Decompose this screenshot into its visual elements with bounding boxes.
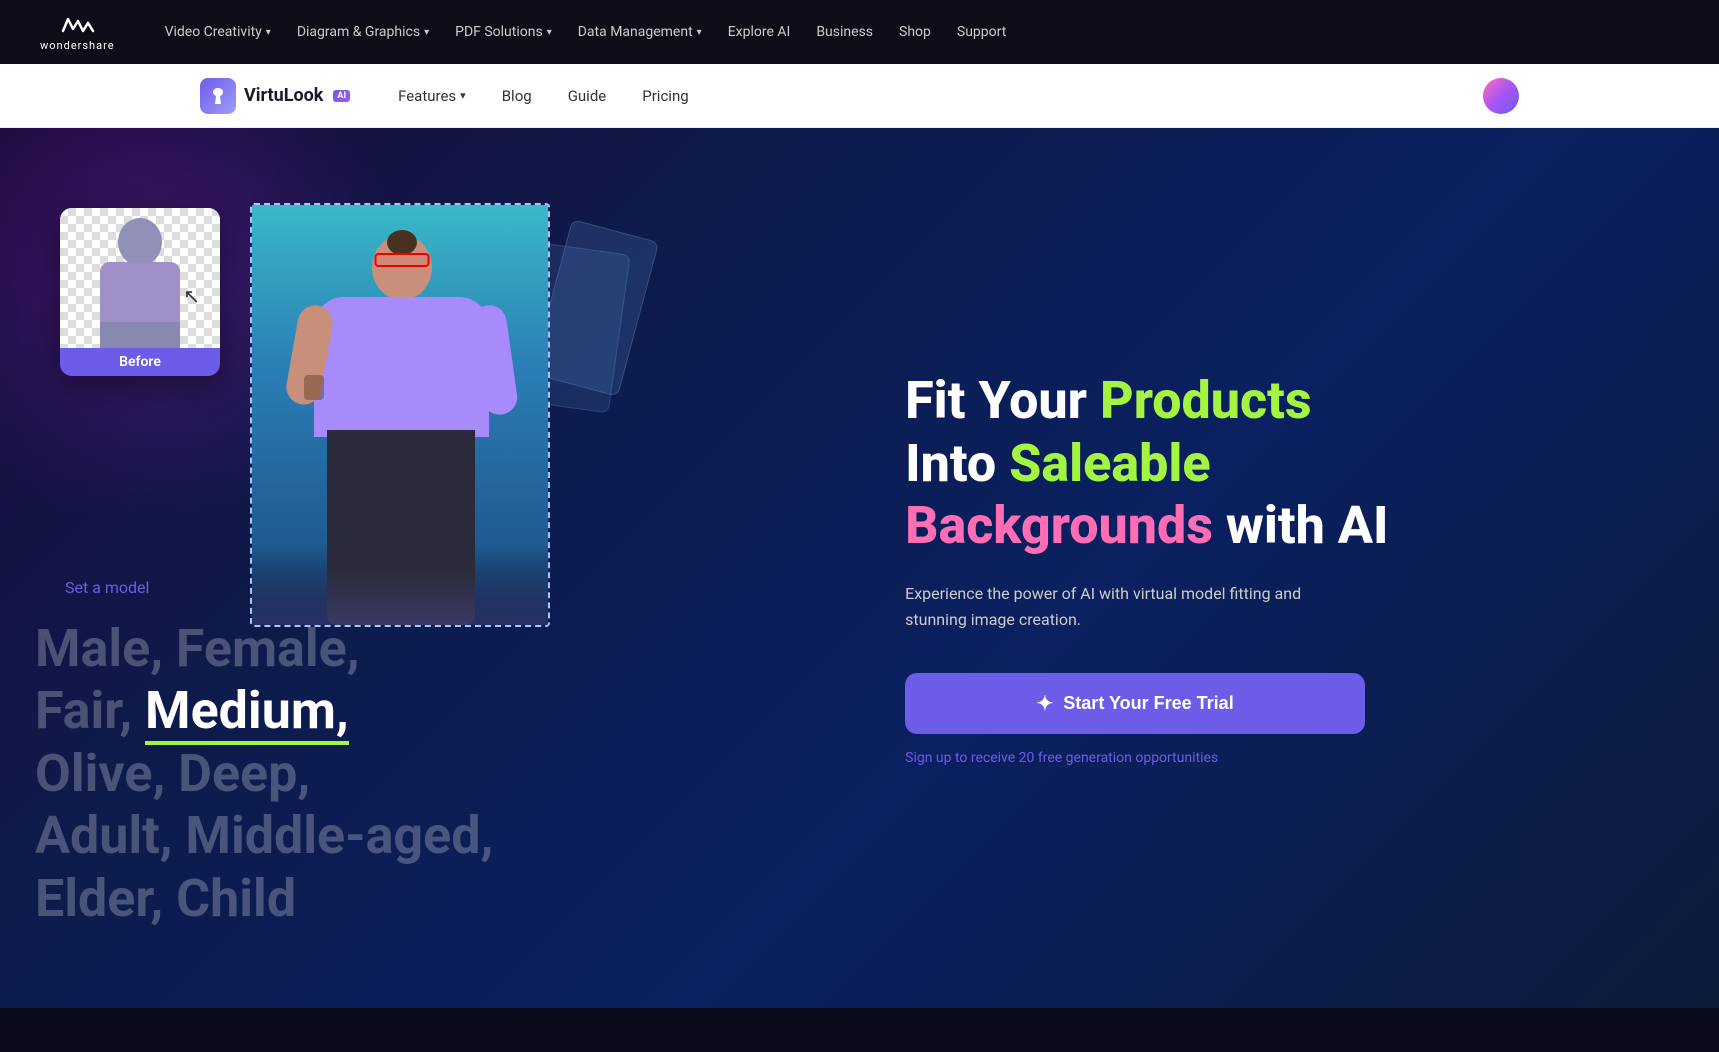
chevron-down-icon: ▾: [266, 27, 271, 38]
chevron-down-icon: ▾: [424, 27, 429, 38]
model-selection-box: [250, 203, 550, 627]
before-image: ↖: [60, 208, 220, 348]
nav-item-pdf-solutions[interactable]: PDF Solutions ▾: [445, 16, 562, 48]
sub-nav-pricing[interactable]: Pricing: [642, 83, 688, 109]
nav-item-explore-ai[interactable]: Explore AI: [718, 16, 801, 48]
logo-text: wondershare: [40, 39, 115, 52]
chevron-down-icon: ▾: [460, 89, 466, 102]
nav-item-shop[interactable]: Shop: [889, 16, 941, 48]
hero-description: Experience the power of AI with virtual …: [905, 581, 1325, 632]
star-icon: ✦: [1037, 691, 1054, 716]
start-trial-button[interactable]: ✦ Start Your Free Trial: [905, 673, 1365, 734]
before-label: Before: [60, 348, 220, 376]
user-avatar[interactable]: [1483, 78, 1519, 114]
sub-nav-guide[interactable]: Guide: [568, 83, 607, 109]
sub-nav: VirtuLook AI Features ▾ Blog Guide Pricin…: [0, 64, 1719, 128]
model-image: [252, 205, 550, 625]
top-nav: wondershare Video Creativity ▾ Diagram &…: [0, 0, 1719, 64]
wondershare-logo-icon: [59, 13, 95, 37]
nav-item-business[interactable]: Business: [806, 16, 883, 48]
body-type-list: Male, Female, Fair, Medium, Olive, Deep,…: [35, 618, 493, 930]
sub-nav-blog[interactable]: Blog: [502, 83, 532, 109]
virtulook-brand[interactable]: VirtuLook AI: [200, 78, 350, 114]
top-nav-links: Video Creativity ▾ Diagram & Graphics ▾ …: [155, 16, 1679, 48]
sub-nav-right: [1483, 78, 1519, 114]
set-model-link[interactable]: Set a model: [65, 578, 149, 597]
body-type-line4: Adult, Middle-aged,: [35, 805, 493, 867]
chevron-down-icon: ▾: [697, 27, 702, 38]
ai-badge: AI: [333, 90, 350, 102]
nav-item-support[interactable]: Support: [947, 16, 1016, 48]
model-container: [250, 203, 550, 627]
body-type-line1: Male, Female,: [35, 618, 493, 680]
body-type-line2: Fair, Medium,: [35, 680, 493, 742]
hero-section: ↖ Before Set a model Male, Female, Fair,…: [0, 128, 1719, 1008]
sub-nav-links: Features ▾ Blog Guide Pricing: [398, 83, 1435, 109]
sub-nav-features[interactable]: Features ▾: [398, 83, 466, 109]
hero-title: Fit Your Products Into Saleable Backgrou…: [905, 370, 1639, 557]
nav-item-data-management[interactable]: Data Management ▾: [568, 16, 712, 48]
nav-item-video-creativity[interactable]: Video Creativity ▾: [155, 16, 281, 48]
cta-button-label: Start Your Free Trial: [1063, 693, 1233, 714]
before-card: ↖ Before: [60, 208, 220, 376]
nav-item-diagram-graphics[interactable]: Diagram & Graphics ▾: [287, 16, 439, 48]
hero-right: Fit Your Products Into Saleable Backgrou…: [825, 128, 1719, 1008]
logo[interactable]: wondershare: [40, 13, 115, 52]
signup-link[interactable]: Sign up to receive 20 free generation op…: [905, 750, 1639, 766]
virtulook-name: VirtuLook: [244, 85, 323, 106]
chevron-down-icon: ▾: [547, 27, 552, 38]
body-type-line3: Olive, Deep,: [35, 743, 493, 805]
virtulook-logo-icon: [200, 78, 236, 114]
body-type-line5: Elder, Child: [35, 868, 493, 930]
